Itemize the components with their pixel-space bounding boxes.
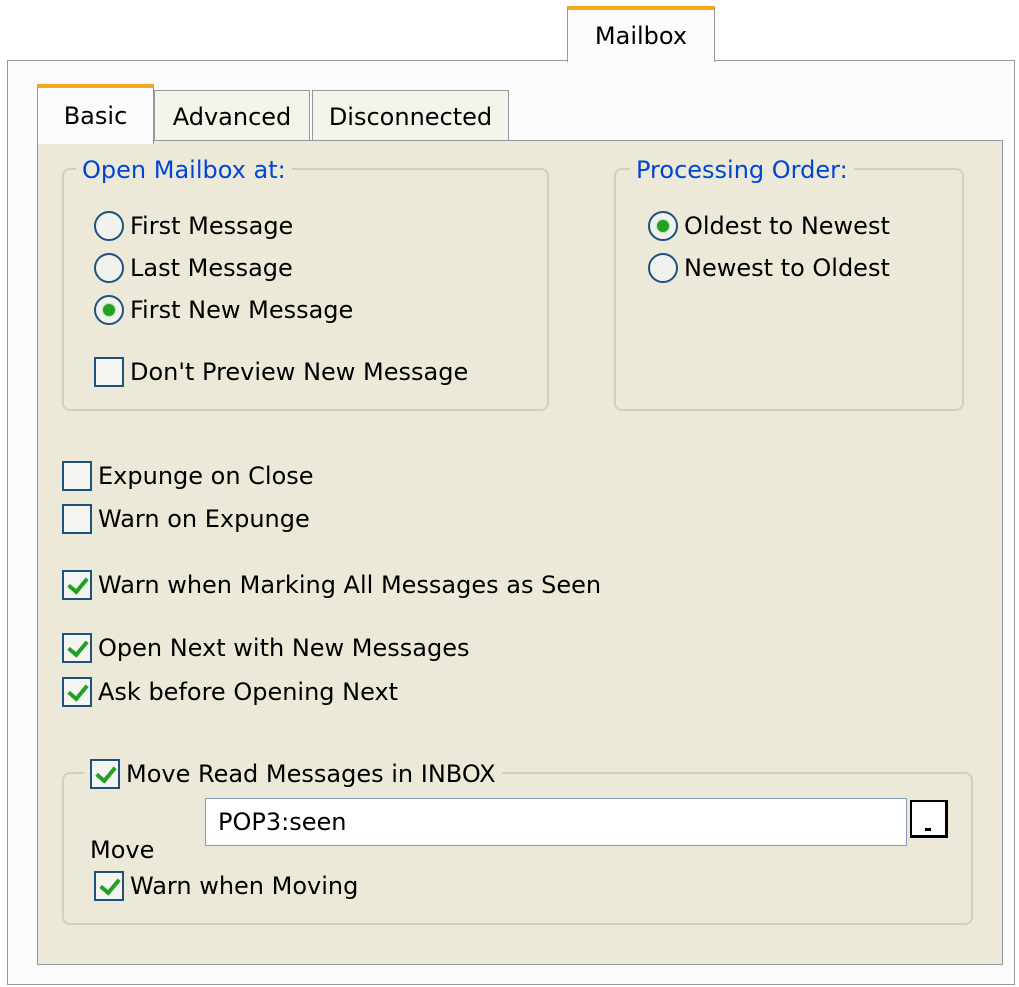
open-mailbox-title: Open Mailbox at: [76,156,292,184]
checkbox-expunge-on-close-label: Expunge on Close [98,462,314,490]
checkbox-icon[interactable] [62,504,92,534]
tab-mailbox[interactable]: Mailbox [567,6,715,62]
checkbox-checked-icon[interactable] [62,677,92,707]
checkbox-warn-marking-seen[interactable]: Warn when Marking All Messages as Seen [62,569,601,601]
tab-disconnected[interactable]: Disconnected [312,90,509,142]
tab-mailbox-label: Mailbox [594,22,688,50]
tab-advanced-label: Advanced [172,102,292,131]
checkbox-checked-icon[interactable] [62,633,92,663]
checkbox-checked-icon[interactable] [94,871,124,901]
processing-order-group [614,168,964,411]
checkbox-expunge-on-close[interactable]: Expunge on Close [62,460,314,492]
radio-newest-to-oldest-label: Newest to Oldest [684,254,890,282]
checkbox-warn-marking-seen-label: Warn when Marking All Messages as Seen [98,571,602,599]
radio-first-message-label: First Message [130,212,294,240]
checkbox-dont-preview[interactable]: Don't Preview New Message [94,356,468,388]
checkbox-checked-icon[interactable] [90,759,120,789]
checkbox-icon[interactable] [62,461,92,491]
radio-first-new-message-label: First New Message [130,296,354,324]
checkbox-ask-before-next[interactable]: Ask before Opening Next [62,676,398,708]
radio-first-new-message[interactable]: First New Message [94,294,353,326]
tab-basic-label: Basic [63,102,128,130]
checkbox-icon[interactable] [94,357,124,387]
checkbox-move-read-messages-label: Move Read Messages in INBOX [126,760,496,788]
tab-disconnected-label: Disconnected [328,102,493,131]
checkbox-ask-before-next-label: Ask before Opening Next [98,678,399,706]
checkbox-warn-on-expunge-label: Warn on Expunge [98,505,310,533]
move-label: Move [90,836,155,864]
radio-selected-icon[interactable] [648,211,678,241]
radio-last-message[interactable]: Last Message [94,252,293,284]
radio-icon[interactable] [94,211,124,241]
checkbox-checked-icon[interactable] [62,570,92,600]
checkbox-dont-preview-label: Don't Preview New Message [130,358,469,386]
move-read-group [62,772,973,925]
radio-selected-icon[interactable] [94,295,124,325]
radio-oldest-to-newest-label: Oldest to Newest [684,212,890,240]
tab-advanced[interactable]: Advanced [154,90,310,142]
checkbox-warn-on-expunge[interactable]: Warn on Expunge [62,503,310,535]
checkbox-open-next-label: Open Next with New Messages [98,634,470,662]
move-destination-value: POP3:seen [218,808,347,836]
radio-last-message-label: Last Message [130,254,293,282]
checkbox-open-next[interactable]: Open Next with New Messages [62,632,469,664]
radio-first-message[interactable]: First Message [94,210,293,242]
checkbox-move-read-messages[interactable]: Move Read Messages in INBOX [84,758,502,790]
checkbox-warn-when-moving-label: Warn when Moving [130,872,359,900]
radio-newest-to-oldest[interactable]: Newest to Oldest [648,252,890,284]
radio-icon[interactable] [648,253,678,283]
dropdown-button-icon[interactable] [910,800,948,838]
checkbox-warn-when-moving[interactable]: Warn when Moving [94,870,358,902]
tab-basic[interactable]: Basic [37,84,154,144]
radio-oldest-to-newest[interactable]: Oldest to Newest [648,210,890,242]
move-destination-input[interactable]: POP3:seen [205,798,907,846]
processing-order-title: Processing Order: [630,156,854,184]
radio-icon[interactable] [94,253,124,283]
